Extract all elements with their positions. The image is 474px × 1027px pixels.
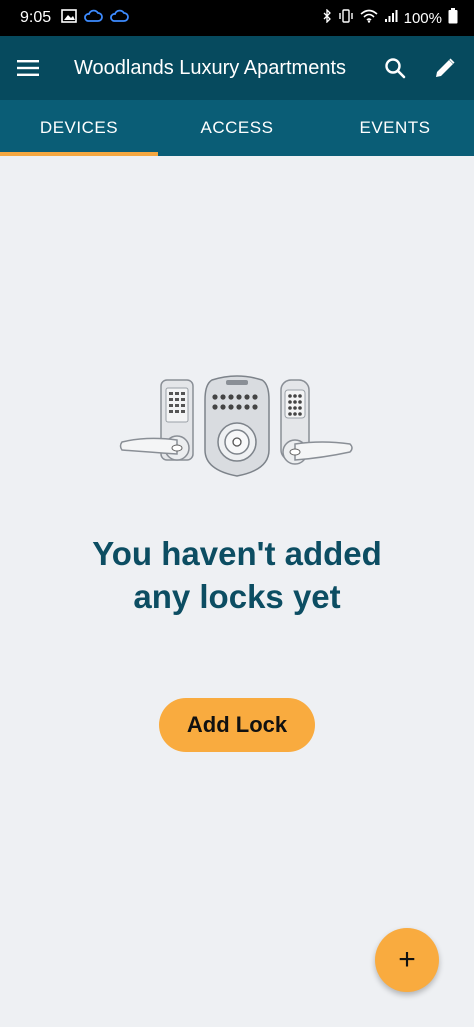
- keypad-lever-lock-illustration: [119, 379, 194, 461]
- locks-illustration: [117, 370, 357, 480]
- app-title: Woodlands Luxury Apartments: [74, 56, 347, 79]
- tab-devices[interactable]: DEVICES: [0, 100, 158, 156]
- empty-state-title-line1: You haven't added: [92, 535, 382, 572]
- cloud-icon: [83, 9, 104, 27]
- tab-access[interactable]: ACCESS: [158, 100, 316, 156]
- vibrate-icon: [338, 9, 354, 27]
- pencil-icon[interactable]: [420, 36, 470, 100]
- add-lock-button[interactable]: Add Lock: [159, 698, 315, 752]
- cloud-icon: [109, 9, 130, 27]
- bluetooth-icon: [322, 8, 332, 27]
- tab-bar: DEVICES ACCESS EVENTS: [0, 100, 474, 156]
- plus-icon: +: [398, 943, 416, 976]
- status-right: 100%: [322, 8, 458, 28]
- status-time: 9:05: [20, 9, 52, 26]
- menu-icon[interactable]: [0, 36, 56, 100]
- touch-lever-lock-illustration: [280, 379, 353, 465]
- search-icon[interactable]: [370, 36, 420, 100]
- status-left: 9:05: [20, 9, 130, 27]
- deadbolt-illustration: [204, 375, 270, 477]
- empty-state-title-line2: any locks yet: [133, 578, 341, 615]
- app-bar: Woodlands Luxury Apartments: [0, 36, 474, 100]
- tab-events[interactable]: EVENTS: [316, 100, 474, 156]
- battery-icon: [448, 8, 458, 28]
- empty-state-title: You haven't added any locks yet: [0, 532, 474, 618]
- battery-percent: 100%: [403, 9, 442, 27]
- signal-icon: [384, 9, 398, 27]
- gallery-icon: [61, 9, 77, 27]
- add-fab[interactable]: +: [375, 928, 439, 992]
- status-bar: 9:05 100%: [0, 0, 474, 36]
- wifi-icon: [360, 9, 378, 27]
